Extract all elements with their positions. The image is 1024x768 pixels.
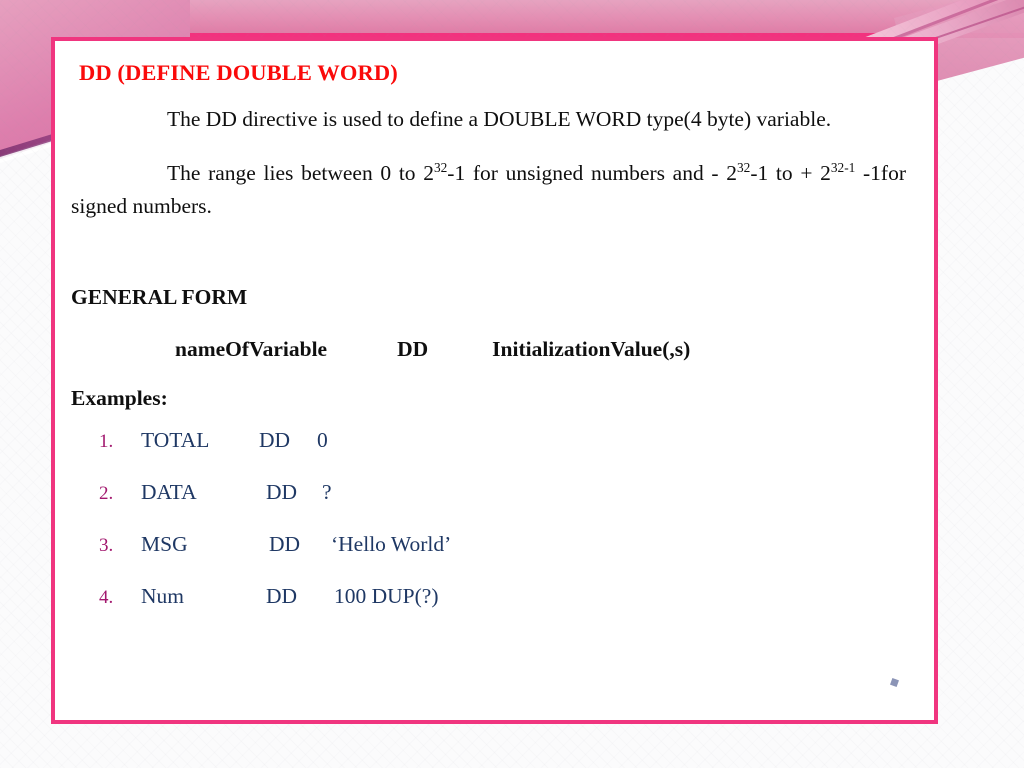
list-item-number: 3. (99, 535, 114, 557)
list-item-directive: DD (259, 428, 291, 453)
range-text-part2: -1 for unsigned numbers and - 2 (447, 161, 737, 186)
general-form-heading: GENERAL FORM (71, 284, 248, 309)
list-item-number: 1. (99, 431, 114, 453)
list-item-value: 0 (317, 428, 328, 453)
range-text-part1: The range lies between 0 to 2 (167, 161, 434, 186)
range-paragraph: The range lies between 0 to 232-1 for un… (65, 157, 912, 222)
range-superscript-3: 32-1 (830, 160, 856, 176)
list-item: 1. TOTAL DD 0 (99, 428, 912, 480)
general-form-name: nameOfVariable (175, 336, 328, 361)
list-item-directive: DD (269, 532, 301, 557)
decorative-speck (890, 678, 899, 687)
examples-list: 1. TOTAL DD 0 2. DATA DD ? 3. MSG DD ‘He… (65, 428, 912, 636)
page-title: DD (DEFINE DOUBLE WORD) (79, 60, 398, 85)
intro-paragraph-text: The DD directive is used to define a DOU… (167, 106, 832, 131)
list-item-variable: MSG (141, 532, 188, 557)
list-item-directive: DD (266, 584, 298, 609)
list-item-directive: DD (266, 480, 298, 505)
general-form-value: InitializationValue(,s) (492, 336, 691, 361)
intro-paragraph: The DD directive is used to define a DOU… (65, 103, 912, 136)
list-item-value: ? (322, 480, 332, 505)
general-form-directive: DD (397, 336, 429, 361)
list-item-variable: DATA (141, 480, 197, 505)
list-item-variable: Num (141, 584, 184, 609)
list-item: 3. MSG DD ‘Hello World’ (99, 532, 912, 584)
examples-heading: Examples: (71, 386, 168, 411)
range-superscript-1: 32 (433, 160, 448, 176)
list-item-variable: TOTAL (141, 428, 210, 453)
list-item-value: 100 DUP(?) (334, 584, 439, 609)
list-item-number: 4. (99, 587, 114, 609)
range-superscript-2: 32 (737, 160, 751, 176)
list-item: 2. DATA DD ? (99, 480, 912, 532)
general-form-syntax: nameOfVariable DD InitializationValue(,s) (175, 337, 912, 363)
list-item-number: 2. (99, 483, 114, 505)
slide-content-box: DD (DEFINE DOUBLE WORD) The DD directive… (51, 37, 938, 724)
list-item: 4. Num DD 100 DUP(?) (99, 584, 912, 636)
range-text-part3: -1 to + 2 (750, 161, 831, 186)
list-item-value: ‘Hello World’ (331, 532, 452, 557)
